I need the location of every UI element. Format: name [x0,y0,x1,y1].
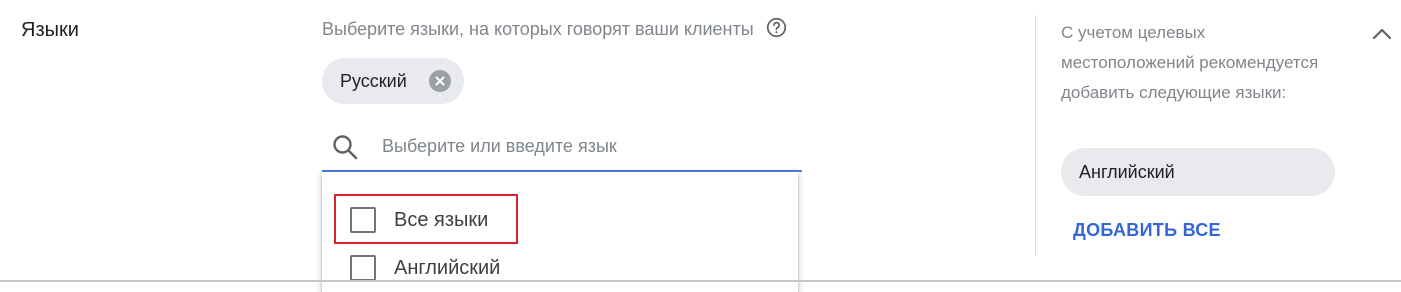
chevron-up-icon[interactable] [1371,24,1393,44]
hint-text: Выберите языки, на которых говорят ваши … [322,19,754,39]
language-dropdown: Все языки Английский [322,172,798,292]
languages-panel: Выберите языки, на которых говорят ваши … [322,0,1022,292]
option-all-languages[interactable]: Все языки [322,198,798,242]
language-search-input[interactable] [382,132,792,160]
all-languages-checkbox[interactable] [350,207,376,233]
search-icon [331,133,359,161]
option-label: Английский [394,256,501,279]
languages-hint: Выберите языки, на которых говорят ваши … [322,17,787,40]
vertical-divider [1035,15,1036,256]
selected-language-chip: Русский [322,58,464,104]
suggested-chip-label: Английский [1079,161,1175,182]
english-checkbox[interactable] [350,255,376,281]
recommendation-text: С учетом целевых местоположений рекоменд… [1061,23,1319,102]
section-divider [0,280,1401,282]
option-label: Все языки [394,208,489,231]
chip-remove-icon[interactable] [429,70,451,92]
help-circle-icon[interactable] [766,17,787,38]
chip-label: Русский [340,70,407,91]
language-search [322,120,802,172]
option-english[interactable]: Английский [322,246,798,290]
recommendations-panel: С учетом целевых местоположений рекоменд… [1061,18,1351,240]
section-title: Языки [21,19,79,41]
suggested-language-chip[interactable]: Английский [1061,148,1335,196]
add-all-button[interactable]: ДОБАВИТЬ ВСЕ [1073,220,1221,241]
